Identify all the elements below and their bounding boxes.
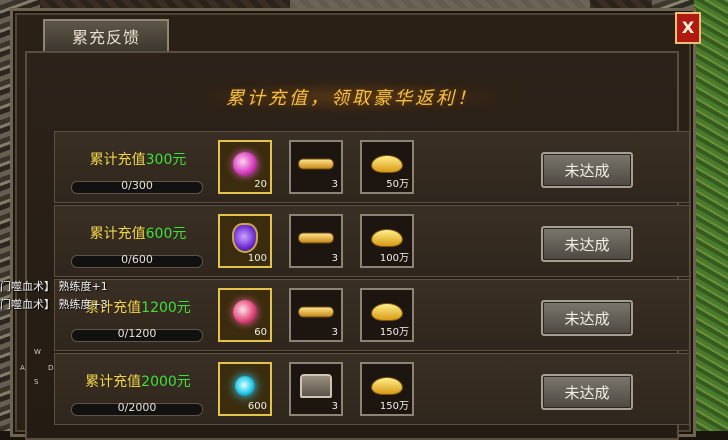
tier-prefix: 累计充值 xyxy=(89,226,146,242)
reward-count: 60 xyxy=(254,327,267,338)
reward-count: 3 xyxy=(331,253,338,264)
claim-button-label: 未达成 xyxy=(564,309,610,328)
reward-slot[interactable]: 600 xyxy=(218,362,272,416)
claim-button-label: 未达成 xyxy=(564,383,610,402)
gold-ingot-icon xyxy=(372,230,402,246)
reward-slot[interactable]: 3 xyxy=(289,140,343,194)
tier-label: 累计充值600元 xyxy=(73,223,203,243)
recharge-rewards-dialog: 累充反馈 累计充值，领取豪华返利！ 累计充值300元 0/300 20 3 50… xyxy=(10,8,696,440)
progress-text: 0/1200 xyxy=(117,327,157,340)
red-orb-icon xyxy=(233,300,257,324)
reward-count: 600 xyxy=(247,401,267,412)
tier-amount: 1200元 xyxy=(141,300,191,316)
tier-amount: 600元 xyxy=(145,226,187,242)
progress-text: 0/300 xyxy=(121,179,153,192)
pink-orb-icon xyxy=(233,152,257,176)
reward-slot[interactable]: 20 xyxy=(218,140,272,194)
chat-line: 门噬血术】 熟练度+1 xyxy=(0,280,108,293)
claim-button[interactable]: 未达成 xyxy=(541,152,633,188)
reward-slot[interactable]: 3 xyxy=(289,362,343,416)
claim-button-label: 未达成 xyxy=(564,161,610,180)
key-hint-w: W xyxy=(34,348,41,356)
chest-icon xyxy=(300,374,332,398)
dialog-title-tab: 累充反馈 xyxy=(43,19,169,51)
chat-log: 门噬血术】 熟练度+1 门噬血术】 熟练度+3 xyxy=(0,278,108,314)
close-icon: X xyxy=(681,18,695,37)
reward-row: 累计充值2000元 0/2000 600 3 150万 未达成 xyxy=(54,353,690,425)
reward-count: 50万 xyxy=(386,179,409,190)
chat-line: 门噬血术】 熟练度+3 xyxy=(0,298,108,311)
key-hint-d: D xyxy=(48,364,54,372)
banner-text: 累计充值，领取豪华返利！ xyxy=(226,88,478,109)
reward-row: 累计充值600元 0/600 100 3 100万 未达成 xyxy=(54,205,690,277)
reward-count: 100万 xyxy=(379,253,409,264)
claim-button[interactable]: 未达成 xyxy=(541,374,633,410)
progress-text: 0/2000 xyxy=(117,401,157,414)
reward-slot[interactable]: 60 xyxy=(218,288,272,342)
reward-slot[interactable]: 100 xyxy=(218,214,272,268)
cyan-orb-icon xyxy=(235,376,255,396)
reward-slot[interactable]: 100万 xyxy=(360,214,414,268)
gold-ingot-icon xyxy=(372,378,402,394)
tier-prefix: 累计充值 xyxy=(85,374,142,390)
reward-slot[interactable]: 3 xyxy=(289,214,343,268)
progress-text: 0/600 xyxy=(121,253,153,266)
reward-slot[interactable]: 150万 xyxy=(360,362,414,416)
gold-ingot-icon xyxy=(372,304,402,320)
tier-label: 累计充值300元 xyxy=(73,149,203,169)
claim-button[interactable]: 未达成 xyxy=(541,300,633,336)
reward-count: 150万 xyxy=(379,327,409,338)
dialog-title: 累充反馈 xyxy=(71,28,140,47)
claim-button[interactable]: 未达成 xyxy=(541,226,633,262)
reward-slot[interactable]: 150万 xyxy=(360,288,414,342)
dialog-content: 累计充值，领取豪华返利！ 累计充值300元 0/300 20 3 50万 未达成 xyxy=(25,51,690,440)
key-hint-s: S xyxy=(34,378,39,386)
gold-ingot-icon xyxy=(372,156,402,172)
tier-amount: 300元 xyxy=(145,152,187,168)
reward-count: 3 xyxy=(331,401,338,412)
grass-terrain xyxy=(694,0,728,431)
purple-gem-icon xyxy=(232,223,258,253)
tier-label: 累计充值2000元 xyxy=(73,371,203,391)
reward-slot[interactable]: 50万 xyxy=(360,140,414,194)
key-hint-a: A xyxy=(20,364,25,372)
top-hud-strip xyxy=(290,0,590,8)
scroll-icon xyxy=(299,159,333,169)
scroll-icon xyxy=(299,233,333,243)
reward-row: 累计充值1200元 0/1200 60 3 150万 未达成 xyxy=(54,279,690,351)
close-button[interactable]: X xyxy=(675,12,701,44)
reward-count: 150万 xyxy=(379,401,409,412)
scroll-icon xyxy=(299,307,333,317)
reward-slot[interactable]: 3 xyxy=(289,288,343,342)
reward-count: 3 xyxy=(331,327,338,338)
reward-row: 累计充值300元 0/300 20 3 50万 未达成 xyxy=(54,131,690,203)
banner: 累计充值，领取豪华返利！ xyxy=(177,79,527,115)
reward-count: 100 xyxy=(247,253,267,264)
tier-prefix: 累计充值 xyxy=(89,152,146,168)
claim-button-label: 未达成 xyxy=(564,235,610,254)
reward-count: 3 xyxy=(331,179,338,190)
reward-count: 20 xyxy=(254,179,267,190)
tier-amount: 2000元 xyxy=(141,374,191,390)
